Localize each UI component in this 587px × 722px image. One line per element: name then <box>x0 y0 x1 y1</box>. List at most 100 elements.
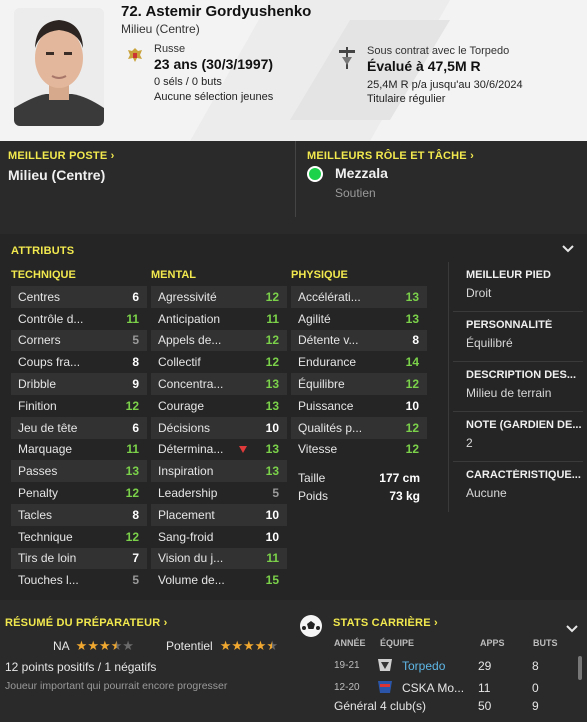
attribute-name: Détente v... <box>298 333 359 348</box>
attribute-value: 14 <box>405 355 419 370</box>
attribute-name: Coups fra... <box>18 355 81 370</box>
attribute-row[interactable]: Collectif 12 <box>151 351 287 373</box>
attribute-row[interactable]: Coups fra... 8 <box>11 351 147 373</box>
attribute-row[interactable]: Tirs de loin 7 <box>11 547 147 570</box>
attribute-row[interactable]: Leadership 5 <box>151 482 287 504</box>
side-divider <box>448 262 449 512</box>
career-row[interactable]: 12-20 CSKA Mo... 11 0 <box>330 678 580 698</box>
attribute-row[interactable]: Courage 13 <box>151 395 287 417</box>
best-position-panel: MEILLEUR POSTE › Milieu (Centre) <box>0 141 294 223</box>
na-stars: ★★★★★ <box>76 639 134 653</box>
scrollbar[interactable] <box>578 656 582 680</box>
attribute-row[interactable]: Décisions 10 <box>151 416 287 439</box>
technical-attributes: Centres 6 Contrôle d... 11 Corners 5 Coups fra… <box>11 286 147 591</box>
attribute-row[interactable]: Technique 12 <box>11 526 147 548</box>
attribute-value: 8 <box>412 333 419 348</box>
coach-report-title[interactable]: RÉSUMÉ DU PRÉPARATEUR › <box>5 617 167 629</box>
attribute-row[interactable]: Anticipation 11 <box>151 308 287 330</box>
na-label: NA <box>53 639 70 653</box>
attribute-value: 6 <box>132 289 139 304</box>
attribute-row[interactable]: Sang-froid 10 <box>151 526 287 548</box>
attribute-row[interactable]: Dribble 9 <box>11 373 147 395</box>
attribute-row[interactable]: Endurance 14 <box>291 351 427 373</box>
attribute-row[interactable]: Centres 6 <box>11 286 147 308</box>
attribute-row[interactable]: Détente v... 8 <box>291 329 427 352</box>
russia-emblem-icon[interactable] <box>126 46 144 64</box>
nationality[interactable]: Russe <box>154 43 185 55</box>
attribute-row[interactable]: Puissance 10 <box>291 395 427 417</box>
header-year: ANNÉE <box>334 638 366 648</box>
role-duty: Soutien <box>335 186 376 200</box>
preferred-foot[interactable]: MEILLEUR PIED Droit <box>453 262 583 312</box>
attribute-row[interactable]: Qualités p... 12 <box>291 416 427 439</box>
attribute-row[interactable]: Contrôle d... 11 <box>11 308 147 330</box>
attribute-row[interactable]: Vision du j... 11 <box>151 547 287 570</box>
attribute-row[interactable]: Concentra... 13 <box>151 373 287 395</box>
career-total-row: Général 4 club(s) 50 9 <box>330 696 580 716</box>
club-torpedo-icon[interactable] <box>338 47 356 69</box>
career-stats-title[interactable]: STATS CARRIÈRE › <box>333 617 438 629</box>
physical-attributes: Accélérati... 13 Agilité 13 Détente v... 8 End… <box>291 286 427 460</box>
player-position: Milieu (Centre) <box>121 22 200 36</box>
attribute-row[interactable]: Agilité 13 <box>291 308 427 330</box>
attribute-row[interactable]: Accélérati... 13 <box>291 286 427 308</box>
mental-attributes: Agressivité 12 Anticipation 11 Appels de... 1… <box>151 286 287 591</box>
player-photo[interactable] <box>14 8 104 126</box>
squad-status: Titulaire régulier <box>367 93 446 105</box>
attribute-row[interactable]: Vitesse 12 <box>291 439 427 461</box>
international-caps: 0 séls / 0 buts <box>154 76 222 88</box>
attribute-row[interactable]: Touches l... 5 <box>11 569 147 591</box>
attribute-row[interactable]: Appels de... 12 <box>151 329 287 352</box>
star-icon: ★ <box>75 638 88 653</box>
attribute-row[interactable]: Tacles 8 <box>11 503 147 526</box>
attribute-row[interactable]: Détermina... 13 <box>151 439 287 461</box>
attribute-row[interactable]: Inspiration 13 <box>151 460 287 483</box>
total-label: Général 4 club(s) <box>334 699 427 713</box>
attribute-row[interactable]: Penalty 12 <box>11 482 147 504</box>
attribute-name: Puissance <box>298 398 354 413</box>
best-role-title[interactable]: MEILLEURS RÔLE ET TÂCHE › <box>307 150 474 162</box>
attribute-row[interactable]: Volume de... 15 <box>151 569 287 591</box>
attribute-row[interactable]: Agressivité 12 <box>151 286 287 308</box>
attribute-row[interactable]: Placement 10 <box>151 503 287 526</box>
personality[interactable]: PERSONNALITÉ Équilibré <box>453 312 583 362</box>
attribute-value: 12 <box>265 355 279 370</box>
team-link[interactable]: Torpedo <box>402 659 445 673</box>
star-icon: ★ <box>98 638 111 653</box>
star-icon: ★ <box>110 638 123 653</box>
weight-label: Poids <box>298 488 329 503</box>
attribute-row[interactable]: Marquage 11 <box>11 439 147 461</box>
attribute-name: Inspiration <box>158 464 214 479</box>
attribute-value: 11 <box>266 551 279 566</box>
attribute-name: Penalty <box>18 486 59 501</box>
media-description[interactable]: DESCRIPTION DES... Milieu de terrain <box>453 362 583 412</box>
attribute-value: 13 <box>265 464 279 479</box>
goalkeeper-rating[interactable]: NOTE (GARDIEN DE... 2 <box>453 412 583 462</box>
team-link[interactable]: CSKA Mo... <box>402 681 464 695</box>
characteristics[interactable]: CARACTÉRISTIQUE... Aucune <box>453 462 583 512</box>
chevron-down-icon[interactable] <box>566 624 578 634</box>
attribute-value: 10 <box>265 420 279 435</box>
attribute-row[interactable]: Corners 5 <box>11 329 147 352</box>
attribute-row[interactable]: Passes 13 <box>11 460 147 483</box>
career-row[interactable]: 19-21 Torpedo 29 8 <box>330 656 580 676</box>
attributes-panel: ATTRIBUTS TECHNIQUE MENTAL PHYSIQUE Cent… <box>0 234 587 600</box>
attribute-name: Tirs de loin <box>18 551 77 566</box>
cska-badge-icon <box>378 681 392 693</box>
attribute-value: 13 <box>125 464 139 479</box>
potential-stars: ★★★★★ <box>220 639 278 653</box>
coach-summary: 12 points positifs / 1 négatifs <box>5 660 157 674</box>
attribute-name: Finition <box>18 398 57 413</box>
role-name[interactable]: Mezzala <box>335 165 388 181</box>
best-position-title[interactable]: MEILLEUR POSTE › <box>8 150 115 162</box>
attribute-value: 12 <box>405 377 419 392</box>
attribute-row[interactable]: Équilibre 12 <box>291 373 427 395</box>
attribute-name: Collectif <box>158 355 201 370</box>
chevron-down-icon[interactable] <box>562 244 574 254</box>
attribute-row[interactable]: Finition 12 <box>11 395 147 417</box>
attribute-name: Placement <box>158 507 215 522</box>
attribute-name: Endurance <box>298 355 357 370</box>
player-value: Évalué à 47,5M R <box>367 58 481 74</box>
attribute-value: 8 <box>132 355 139 370</box>
attribute-row[interactable]: Jeu de tête 6 <box>11 416 147 439</box>
